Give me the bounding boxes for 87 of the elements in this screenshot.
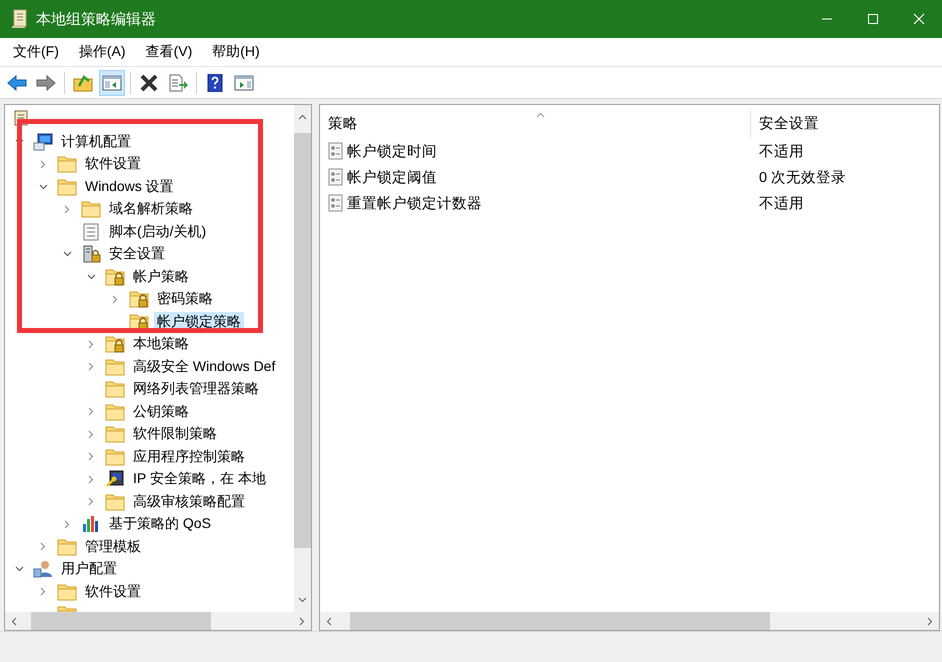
policy-icon <box>328 194 344 212</box>
tree-item[interactable]: IP 安全策略，在 本地 <box>130 469 269 490</box>
tree-item[interactable]: 管理模板 <box>82 536 144 557</box>
chevron-right-icon[interactable] <box>88 474 94 484</box>
chevron-right-icon[interactable] <box>88 452 94 462</box>
tree-item[interactable]: 帐户策略 <box>130 266 192 287</box>
chevron-right-icon[interactable] <box>88 340 94 349</box>
tree-item[interactable]: 基于策略的 QoS <box>106 514 214 534</box>
tree-item[interactable]: 网络列表管理器策略 <box>130 379 262 400</box>
tree-item[interactable]: 公钥策略 <box>130 402 192 422</box>
menu-item[interactable]: 文件(F) <box>6 40 66 64</box>
menu-item[interactable]: 查看(V) <box>138 40 200 64</box>
bar-chart-icon <box>81 515 101 534</box>
tree-item[interactable]: 软件设置 <box>82 582 144 602</box>
tree-item[interactable]: 密码策略 <box>154 289 216 310</box>
locked-folder-icon <box>105 268 125 286</box>
chevron-right-icon[interactable] <box>88 407 94 416</box>
locked-folder-icon <box>129 290 149 308</box>
folder-icon <box>105 448 125 466</box>
policy-icon <box>328 168 344 186</box>
maximize-icon <box>867 13 879 25</box>
tree-item[interactable]: 高级安全 Windows Def <box>130 356 278 377</box>
chevron-right-icon[interactable] <box>64 204 70 214</box>
scroll-right-icon <box>927 616 933 626</box>
policy-name[interactable]: 帐户锁定时间 <box>347 142 437 160</box>
chevron-right-icon[interactable] <box>40 587 46 596</box>
policy-name[interactable]: 帐户锁定阈值 <box>347 168 437 186</box>
user-icon <box>33 560 53 578</box>
tree-item[interactable]: 计算机配置 <box>58 132 134 152</box>
menu-item[interactable]: 操作(A) <box>72 40 133 64</box>
server-lock-icon <box>81 245 101 264</box>
horizontal-scrollbar[interactable] <box>5 612 311 630</box>
folder-icon <box>57 178 77 196</box>
folder-icon <box>81 200 101 218</box>
policy-name[interactable]: 重置帐户锁定计数器 <box>347 194 482 212</box>
security-setting: 不适用 <box>758 142 805 160</box>
chevron-down-icon[interactable] <box>62 251 72 258</box>
tree-item[interactable]: 软件设置 <box>82 154 144 174</box>
locked-folder-icon <box>105 335 125 354</box>
tree-item[interactable]: 应用程序控制策略 <box>130 446 248 467</box>
scroll-up-icon <box>298 114 307 120</box>
chevron-right-icon[interactable] <box>40 542 46 552</box>
scroll-left-icon <box>326 616 332 626</box>
close-icon <box>913 13 925 25</box>
security-setting: 0 次无效登录 <box>758 168 848 186</box>
vertical-scrollbar[interactable] <box>294 105 311 612</box>
chevron-down-icon[interactable] <box>14 566 24 572</box>
menu-item[interactable]: 帮助(H) <box>205 40 267 64</box>
chevron-right-icon[interactable] <box>88 362 94 372</box>
folder-icon <box>105 402 125 421</box>
horizontal-scrollbar[interactable] <box>320 612 939 630</box>
chevron-down-icon[interactable] <box>86 274 96 280</box>
chevron-right-icon[interactable] <box>64 520 70 529</box>
scroll-down-icon <box>298 597 307 603</box>
script-icon <box>81 222 101 241</box>
folder-icon <box>57 155 77 174</box>
scroll-left-icon <box>11 616 17 626</box>
folder-icon <box>105 358 125 376</box>
folder-icon <box>57 538 77 556</box>
scroll-right-icon <box>299 616 305 626</box>
tree-item[interactable]: 本地策略 <box>130 334 192 354</box>
tree-item[interactable]: 域名解析策略 <box>106 199 196 220</box>
tree-item[interactable]: 高级审核策略配置 <box>130 492 248 512</box>
policy-icon <box>328 142 344 160</box>
tree-item[interactable]: Windows 设置 <box>82 176 177 197</box>
column-header[interactable]: 安全设置 <box>750 109 939 138</box>
chevron-right-icon[interactable] <box>88 497 94 506</box>
folder-icon <box>105 380 125 398</box>
computer-icon <box>33 132 53 151</box>
tree-item[interactable]: 安全设置 <box>106 244 168 264</box>
chevron-right-icon[interactable] <box>112 294 118 304</box>
column-header[interactable]: 策略 <box>320 109 750 138</box>
folder-icon <box>57 582 77 601</box>
security-setting: 不适用 <box>758 194 805 212</box>
chevron-right-icon[interactable] <box>40 160 46 169</box>
show-hide-tree-button[interactable] <box>99 70 125 96</box>
window-title: 本地组策略编辑器 <box>36 10 157 28</box>
tree-item[interactable]: 软件限制策略 <box>130 424 220 444</box>
folder-icon <box>105 492 125 511</box>
locked-folder-icon <box>129 312 149 331</box>
tree-item[interactable]: 脚本(启动/关机) <box>106 222 210 242</box>
tree-item[interactable]: 用户配置 <box>58 559 120 580</box>
monitor-key-icon <box>105 470 125 488</box>
chevron-down-icon[interactable] <box>38 184 48 190</box>
folder-icon <box>105 425 125 444</box>
chevron-right-icon[interactable] <box>88 430 94 439</box>
app-icon <box>10 9 28 29</box>
